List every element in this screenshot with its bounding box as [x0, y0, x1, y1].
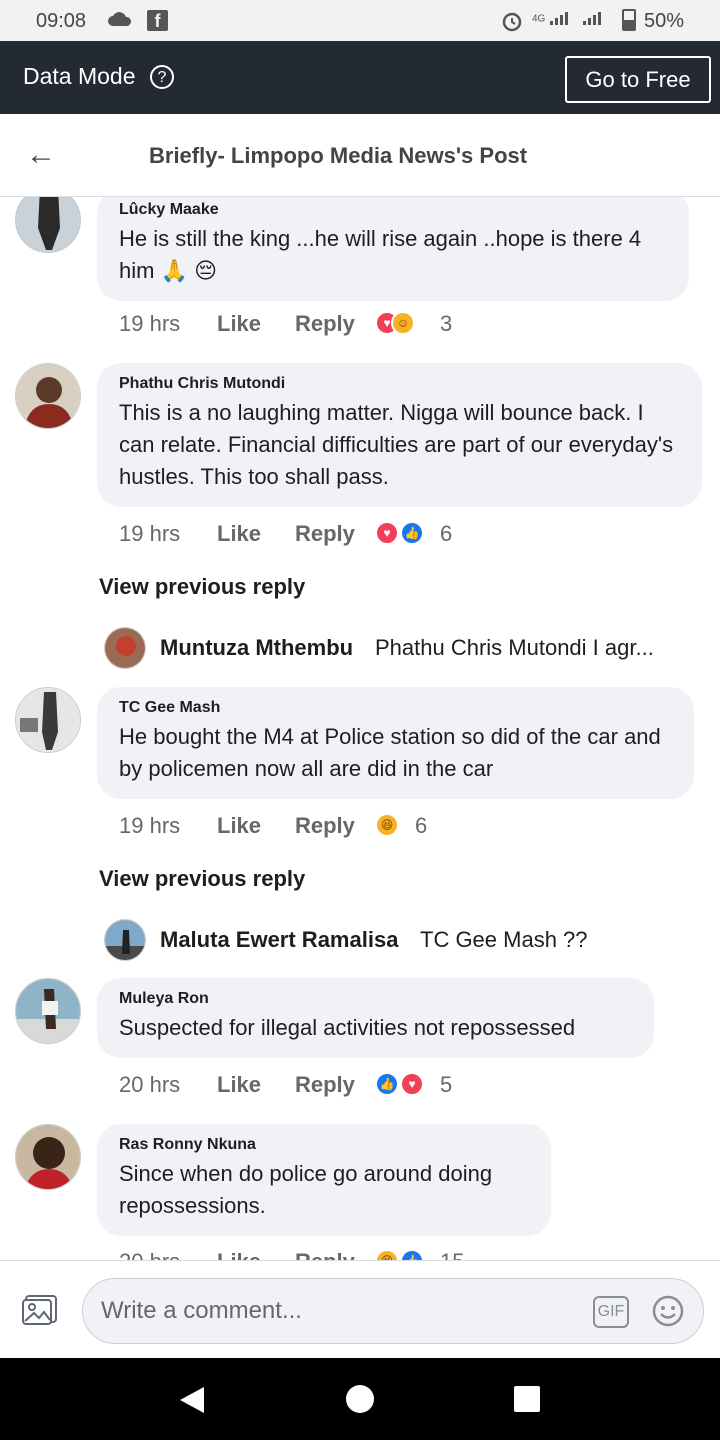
reply-author[interactable]: Muntuza Mthembu	[160, 635, 353, 661]
comment-time[interactable]: 20 hrs	[119, 1249, 180, 1260]
like-reaction-icon[interactable]: 👍	[400, 521, 424, 545]
facebook-icon: f	[147, 10, 168, 31]
cloud-icon	[108, 12, 132, 26]
battery-icon	[622, 9, 636, 31]
comment-time[interactable]: 19 hrs	[119, 311, 180, 337]
reply-button[interactable]: Reply	[295, 813, 355, 839]
comment-composer: Write a comment... GIF	[0, 1260, 720, 1358]
help-icon[interactable]: ?	[150, 65, 174, 89]
like-reaction-icon[interactable]: 👍	[400, 1249, 424, 1260]
like-button[interactable]: Like	[217, 1072, 261, 1098]
comment-actions: 20 hrs Like Reply 😆 👍 15	[119, 1249, 519, 1260]
avatar[interactable]	[104, 919, 146, 961]
reply-button[interactable]: Reply	[295, 1249, 355, 1260]
status-bar: 09:08 f 4G 50%	[0, 0, 720, 41]
go-to-free-button[interactable]: Go to Free	[565, 56, 711, 103]
reply-text: TC Gee Mash ??	[420, 927, 588, 952]
reply-button[interactable]: Reply	[295, 521, 355, 547]
comment-author[interactable]: Lûcky Maake	[119, 201, 667, 219]
comment-time[interactable]: 19 hrs	[119, 813, 180, 839]
back-arrow-icon[interactable]: ←	[26, 138, 56, 172]
signal-icon: 4G	[532, 11, 611, 27]
avatar[interactable]	[15, 363, 81, 429]
comment-author[interactable]: Muleya Ron	[119, 990, 632, 1008]
avatar[interactable]	[15, 687, 81, 753]
reply-author[interactable]: Maluta Ewert Ramalisa	[160, 927, 398, 953]
reply-button[interactable]: Reply	[295, 311, 355, 337]
comment-actions: 20 hrs Like Reply 👍 ♥ 5	[119, 1072, 519, 1102]
system-nav-bar	[0, 1358, 720, 1440]
love-reaction-icon[interactable]: ♥	[375, 521, 399, 545]
reaction-count[interactable]: 6	[415, 813, 427, 839]
comment-author[interactable]: Ras Ronny Nkuna	[119, 1136, 529, 1154]
comment-text: This is a no laughing matter. Nigga will…	[119, 400, 674, 489]
reaction-count[interactable]: 6	[440, 521, 452, 547]
view-previous-reply-link[interactable]: View previous reply	[99, 866, 305, 892]
reply-preview[interactable]: Maluta Ewert Ramalisa TC Gee Mash ??	[104, 919, 704, 961]
like-button[interactable]: Like	[217, 813, 261, 839]
comment-bubble[interactable]: TC Gee Mash He bought the M4 at Police s…	[97, 687, 694, 799]
gif-button[interactable]: GIF	[593, 1296, 629, 1328]
comment-bubble[interactable]: Muleya Ron Suspected for illegal activit…	[97, 978, 654, 1058]
view-previous-reply-link[interactable]: View previous reply	[99, 574, 305, 600]
network-label: 4G	[532, 13, 546, 25]
love-reaction-icon[interactable]: ♥	[400, 1072, 424, 1096]
haha-reaction-icon[interactable]: 😆	[375, 1249, 399, 1260]
like-button[interactable]: Like	[217, 1249, 261, 1260]
comments-feed[interactable]: Lûcky Maake He is still the king ...he w…	[0, 197, 720, 1260]
battery-percent: 50%	[644, 10, 685, 32]
like-button[interactable]: Like	[217, 311, 261, 337]
comment-text: Since when do police go around doing rep…	[119, 1161, 493, 1218]
avatar[interactable]	[15, 1124, 81, 1190]
comment-actions: 19 hrs Like Reply ♥ ☺ 3	[119, 311, 519, 341]
page-title: Briefly- Limpopo Media News's Post	[149, 143, 528, 168]
alarm-icon	[502, 12, 522, 32]
reply-text: Phathu Chris Mutondi I agr...	[375, 635, 654, 660]
comment-input[interactable]: Write a comment... GIF	[82, 1278, 704, 1344]
comment-bubble[interactable]: Lûcky Maake He is still the king ...he w…	[97, 197, 689, 301]
reaction-count[interactable]: 3	[440, 311, 452, 337]
comment-time[interactable]: 19 hrs	[119, 521, 180, 547]
comment-text: He bought the M4 at Police station so di…	[119, 724, 661, 781]
post-header: ← Briefly- Limpopo Media News's Post	[0, 114, 720, 197]
data-mode-label: Data Mode	[23, 63, 136, 89]
comment-author[interactable]: Phathu Chris Mutondi	[119, 375, 680, 393]
like-button[interactable]: Like	[217, 521, 261, 547]
avatar[interactable]	[15, 197, 81, 253]
home-nav-icon[interactable]	[344, 1383, 376, 1415]
recents-nav-icon[interactable]	[513, 1385, 541, 1413]
comment-author[interactable]: TC Gee Mash	[119, 699, 672, 717]
comment-placeholder: Write a comment...	[101, 1297, 302, 1324]
data-mode-bar: Data Mode ? Go to Free	[0, 41, 720, 114]
comment-actions: 19 hrs Like Reply ♥ 👍 6	[119, 521, 519, 551]
reaction-count[interactable]: 15	[440, 1249, 464, 1260]
avatar[interactable]	[104, 627, 146, 669]
photo-icon[interactable]	[22, 1294, 58, 1326]
care-reaction-icon[interactable]: ☺	[391, 311, 415, 335]
reply-button[interactable]: Reply	[295, 1072, 355, 1098]
comment-time[interactable]: 20 hrs	[119, 1072, 180, 1098]
haha-reaction-icon[interactable]: 😆	[375, 813, 399, 837]
reaction-count[interactable]: 5	[440, 1072, 452, 1098]
emoji-icon[interactable]	[651, 1294, 685, 1328]
comment-text: Suspected for illegal activities not rep…	[119, 1015, 576, 1040]
comment-bubble[interactable]: Ras Ronny Nkuna Since when do police go …	[97, 1124, 551, 1236]
comment-actions: 19 hrs Like Reply 😆 6	[119, 813, 519, 843]
avatar[interactable]	[15, 978, 81, 1044]
like-reaction-icon[interactable]: 👍	[375, 1072, 399, 1096]
reply-preview[interactable]: Muntuza Mthembu Phathu Chris Mutondi I a…	[104, 627, 704, 669]
back-nav-icon[interactable]	[178, 1385, 206, 1415]
comment-bubble[interactable]: Phathu Chris Mutondi This is a no laughi…	[97, 363, 702, 507]
comment-text: He is still the king ...he will rise aga…	[119, 226, 642, 283]
status-time: 09:08	[36, 10, 87, 32]
